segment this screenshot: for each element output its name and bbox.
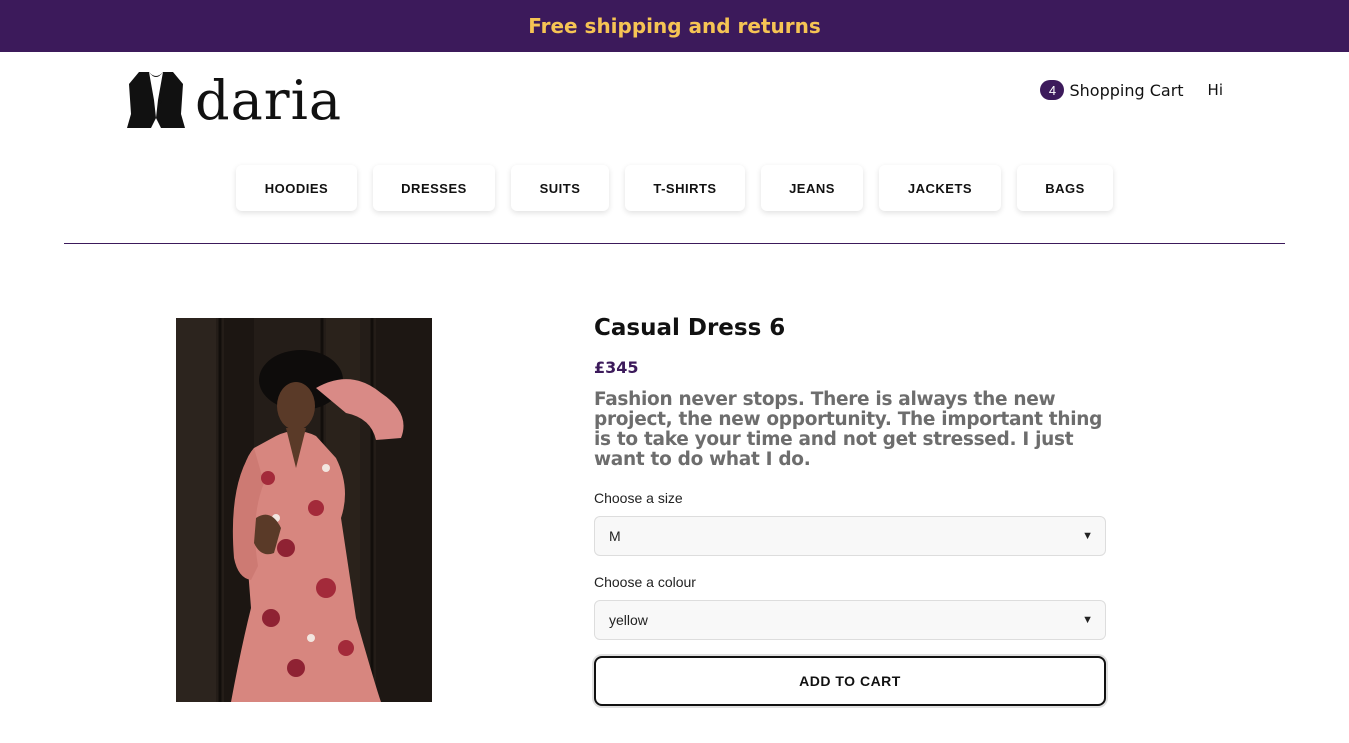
colour-select-value: yellow xyxy=(609,612,648,628)
size-label: Choose a size xyxy=(594,490,683,506)
add-to-cart-button[interactable]: ADD TO CART xyxy=(594,656,1106,706)
chevron-down-icon: ▼ xyxy=(1082,614,1093,626)
nav-hoodies[interactable]: HOODIES xyxy=(236,165,357,211)
nav-t-shirts[interactable]: T-SHIRTS xyxy=(625,165,745,211)
cart-label: Shopping Cart xyxy=(1069,80,1184,100)
product-info: Casual Dress 6 £345 Fashion never stops.… xyxy=(594,315,1106,706)
colour-label: Choose a colour xyxy=(594,574,696,590)
promo-bar: Free shipping and returns xyxy=(0,0,1349,52)
promo-text: Free shipping and returns xyxy=(528,14,821,38)
size-select-value: M xyxy=(609,528,621,544)
header-divider xyxy=(64,243,1285,244)
product-description: Fashion never stops. There is always the… xyxy=(594,389,1103,470)
nav-dresses[interactable]: DRESSES xyxy=(373,165,495,211)
nav-bags[interactable]: BAGS xyxy=(1017,165,1113,211)
nav-jeans[interactable]: JEANS xyxy=(761,165,863,211)
product-title: Casual Dress 6 xyxy=(594,315,786,341)
category-nav: HOODIES DRESSES SUITS T-SHIRTS JEANS JAC… xyxy=(236,165,1113,211)
chevron-down-icon: ▼ xyxy=(1082,530,1093,542)
product-image xyxy=(176,318,432,702)
size-select[interactable]: M ▼ xyxy=(594,516,1106,556)
brand-logo[interactable]: daria xyxy=(125,70,342,132)
shopping-cart-link[interactable]: 4 Shopping Cart xyxy=(1040,80,1184,100)
header-actions: 4 Shopping Cart Hi xyxy=(1040,80,1223,100)
product-price: £345 xyxy=(594,358,639,377)
product-photo xyxy=(176,318,432,702)
brand-name: daria xyxy=(195,69,343,132)
nav-suits[interactable]: SUITS xyxy=(511,165,609,211)
nav-jackets[interactable]: JACKETS xyxy=(879,165,1001,211)
colour-select[interactable]: yellow ▼ xyxy=(594,600,1106,640)
cart-count-badge: 4 xyxy=(1040,80,1065,100)
user-greeting[interactable]: Hi xyxy=(1208,81,1223,99)
vest-icon xyxy=(127,72,185,128)
